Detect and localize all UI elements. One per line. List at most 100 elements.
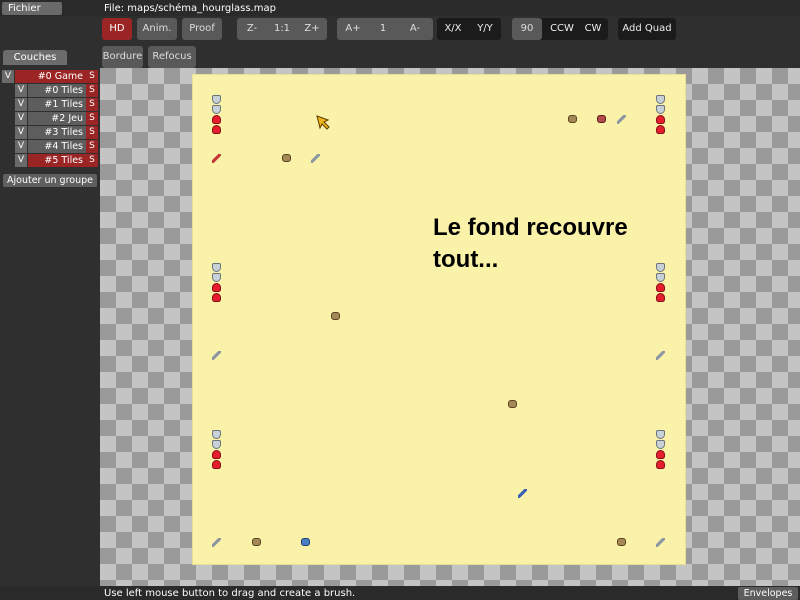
zoom-reset-button[interactable]: 1:1 xyxy=(267,18,297,40)
anim-speed-up-button[interactable]: A+ xyxy=(337,18,369,40)
layer-name[interactable]: #0 Tiles xyxy=(28,84,86,97)
armor-icon xyxy=(212,95,221,104)
cursor-arrow-icon xyxy=(316,115,330,130)
layer-solo-toggle[interactable]: S xyxy=(86,140,98,153)
flip-x-button[interactable]: X/X xyxy=(437,18,469,40)
zoom-out-button[interactable]: Z- xyxy=(237,18,267,40)
status-bar: Use left mouse button to drag and create… xyxy=(0,586,800,600)
layer-row[interactable]: V #1 Tiles S xyxy=(0,98,100,111)
add-quad-button[interactable]: Add Quad xyxy=(618,18,676,40)
layer-name[interactable]: #3 Tiles xyxy=(28,126,86,139)
layer-name[interactable]: #5 Tiles xyxy=(28,154,86,167)
spawn-icon xyxy=(568,115,577,123)
heart-icon xyxy=(656,115,665,124)
refocus-button[interactable]: Refocus xyxy=(148,46,196,68)
anim-speed-group: A+ 1 A- xyxy=(337,18,433,40)
rotate-group: 90 CCW CW xyxy=(512,18,608,40)
map-background[interactable]: Le fond recouvre tout... xyxy=(192,74,686,565)
weapon-blue-icon xyxy=(518,489,527,498)
armor-icon xyxy=(656,430,665,439)
armor-icon xyxy=(212,430,221,439)
visibility-toggle[interactable]: V xyxy=(15,112,27,125)
map-note-text: Le fond recouvre tout... xyxy=(433,214,628,273)
weapon-icon xyxy=(212,351,221,360)
heart-icon xyxy=(212,293,221,302)
heart-icon xyxy=(212,125,221,134)
visibility-toggle[interactable]: V xyxy=(15,84,27,97)
rotate-angle-field[interactable]: 90 xyxy=(512,18,542,40)
weapon-icon xyxy=(656,351,665,360)
armor-icon xyxy=(656,105,665,114)
armor-icon xyxy=(656,95,665,104)
layer-name[interactable]: #1 Tiles xyxy=(28,98,86,111)
heart-icon xyxy=(656,125,665,134)
layer-solo-toggle[interactable]: S xyxy=(86,154,98,167)
visibility-toggle[interactable]: V xyxy=(2,70,14,83)
heart-icon xyxy=(212,450,221,459)
map-canvas[interactable]: Le fond recouvre tout... xyxy=(100,68,800,586)
layer-solo-toggle[interactable]: S xyxy=(86,70,98,83)
layer-group-row[interactable]: V #0 Game S xyxy=(0,70,100,83)
armor-icon xyxy=(656,263,665,272)
map-editor: Fichier File: maps/schéma_hourglass.map … xyxy=(0,0,800,600)
layer-name[interactable]: #2 Jeu xyxy=(28,112,86,125)
heart-icon xyxy=(212,460,221,469)
bordure-button[interactable]: Bordure xyxy=(102,46,143,68)
layer-solo-toggle[interactable]: S xyxy=(86,84,98,97)
heart-icon xyxy=(656,450,665,459)
visibility-toggle[interactable]: V xyxy=(15,98,27,111)
layer-row[interactable]: V #3 Tiles S xyxy=(0,126,100,139)
layer-row-selected[interactable]: V #5 Tiles S xyxy=(0,154,100,167)
hd-toggle-button[interactable]: HD xyxy=(102,18,132,40)
weapon-red-icon xyxy=(212,154,221,163)
file-menu-button[interactable]: Fichier xyxy=(2,2,62,15)
spawn-blue-icon xyxy=(301,538,310,546)
weapon-icon xyxy=(617,115,626,124)
status-hint: Use left mouse button to drag and create… xyxy=(104,588,356,599)
zoom-group: Z- 1:1 Z+ xyxy=(237,18,327,40)
armor-icon xyxy=(656,440,665,449)
layer-row[interactable]: V #0 Tiles S xyxy=(0,84,100,97)
layer-name[interactable]: #4 Tiles xyxy=(28,140,86,153)
armor-icon xyxy=(212,273,221,282)
heart-icon xyxy=(212,115,221,124)
zoom-in-button[interactable]: Z+ xyxy=(297,18,327,40)
proof-toggle-button[interactable]: Proof xyxy=(182,18,222,40)
spawn-icon xyxy=(252,538,261,546)
layers-panel: Couches V #0 Game S V #0 Tiles S V #1 Ti… xyxy=(0,46,100,586)
rotate-ccw-button[interactable]: CCW xyxy=(546,18,578,40)
flip-y-button[interactable]: Y/Y xyxy=(469,18,501,40)
heart-icon xyxy=(656,283,665,292)
anim-speed-value[interactable]: 1 xyxy=(369,18,397,40)
tab-couches[interactable]: Couches xyxy=(3,50,67,65)
top-bar: Fichier File: maps/schéma_hourglass.map xyxy=(0,0,800,16)
heart-icon xyxy=(656,460,665,469)
spawn-icon xyxy=(331,312,340,320)
visibility-toggle[interactable]: V xyxy=(15,154,27,167)
anim-speed-down-button[interactable]: A- xyxy=(397,18,433,40)
add-group-button[interactable]: Ajouter un groupe xyxy=(3,174,97,187)
weapon-icon xyxy=(212,538,221,547)
envelopes-button[interactable]: Envelopes xyxy=(738,587,798,600)
anim-toggle-button[interactable]: Anim. xyxy=(137,18,177,40)
layer-name[interactable]: #0 Game xyxy=(15,70,86,83)
heart-icon xyxy=(656,293,665,302)
spawn-red-icon xyxy=(597,115,606,123)
weapon-icon xyxy=(656,538,665,547)
layer-row[interactable]: V #4 Tiles S xyxy=(0,140,100,153)
armor-icon xyxy=(212,440,221,449)
spawn-icon xyxy=(617,538,626,546)
rotate-cw-button[interactable]: CW xyxy=(578,18,608,40)
heart-icon xyxy=(212,283,221,292)
layer-row[interactable]: V #2 Jeu S xyxy=(0,112,100,125)
spawn-icon xyxy=(508,400,517,408)
visibility-toggle[interactable]: V xyxy=(15,126,27,139)
flip-group: X/X Y/Y xyxy=(437,18,501,40)
file-path-label: File: maps/schéma_hourglass.map xyxy=(104,3,276,14)
layer-solo-toggle[interactable]: S xyxy=(86,112,98,125)
spawn-icon xyxy=(282,154,291,162)
layer-solo-toggle[interactable]: S xyxy=(86,126,98,139)
armor-icon xyxy=(656,273,665,282)
visibility-toggle[interactable]: V xyxy=(15,140,27,153)
layer-solo-toggle[interactable]: S xyxy=(86,98,98,111)
